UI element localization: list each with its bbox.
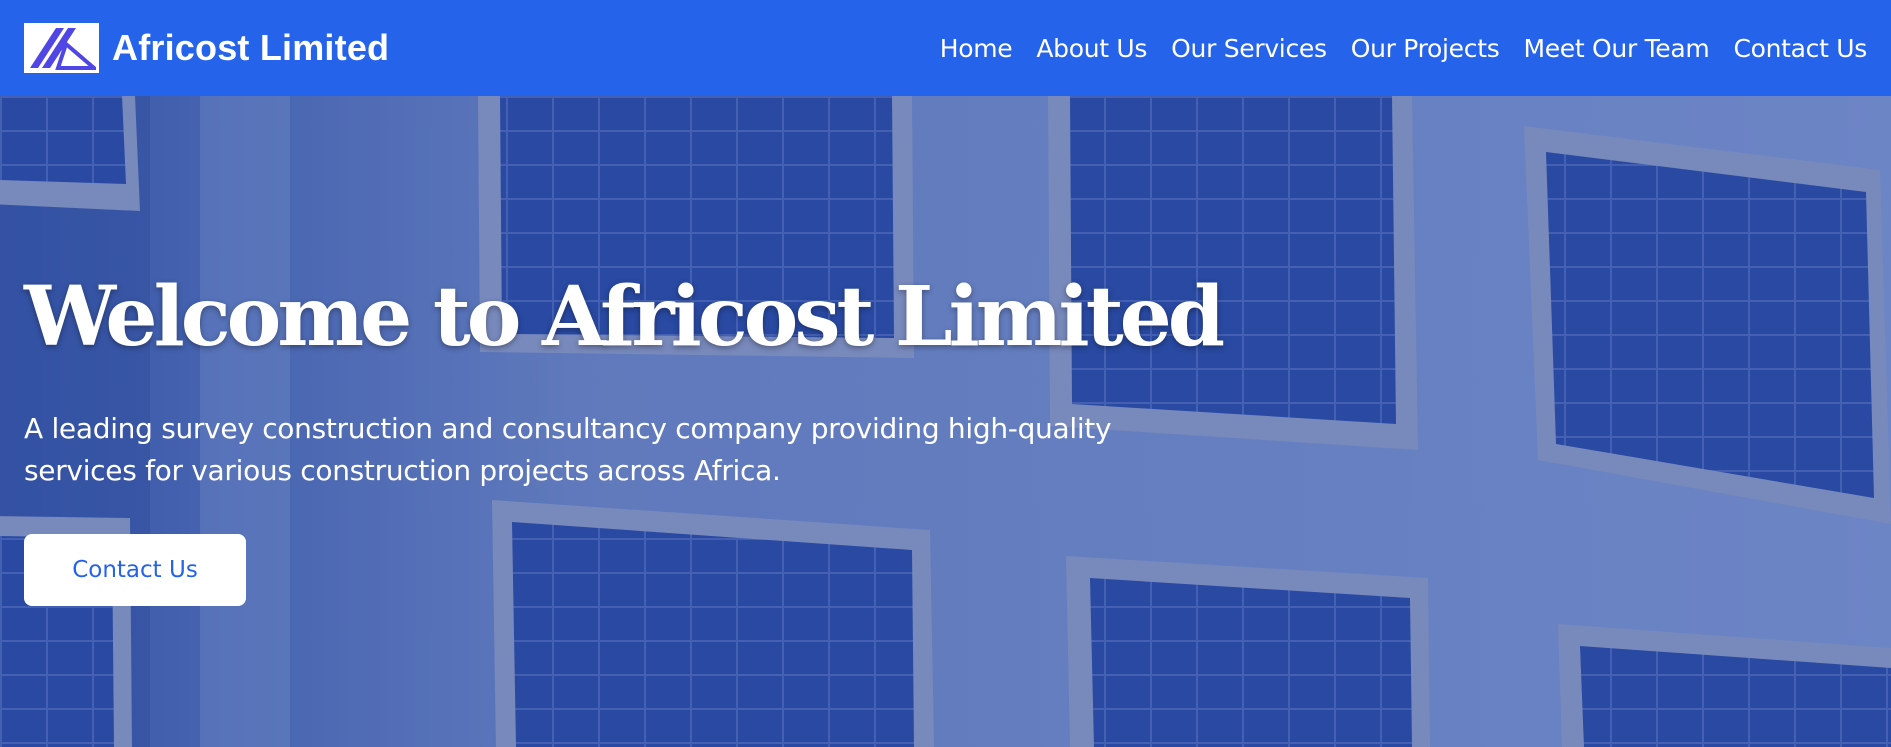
nav-our-projects[interactable]: Our Projects bbox=[1351, 34, 1500, 63]
brand-name[interactable]: Africost Limited bbox=[112, 27, 389, 69]
hero-subtitle: A leading survey construction and consul… bbox=[24, 412, 1112, 487]
nav-meet-our-team[interactable]: Meet Our Team bbox=[1523, 34, 1709, 63]
hero-section: Welcome to Africost Limited A leading su… bbox=[0, 96, 1891, 747]
hero-content: Welcome to Africost Limited A leading su… bbox=[24, 269, 1225, 606]
contact-us-button[interactable]: Contact Us bbox=[24, 534, 246, 606]
africost-logo-icon bbox=[24, 23, 99, 73]
nav-our-services[interactable]: Our Services bbox=[1171, 34, 1327, 63]
site-header: Africost Limited Home About Us Our Servi… bbox=[0, 0, 1891, 96]
nav-about-us[interactable]: About Us bbox=[1036, 34, 1147, 63]
logo[interactable]: Africost Limited bbox=[24, 23, 389, 73]
hero-title: Welcome to Africost Limited bbox=[24, 269, 1225, 365]
nav-contact-us[interactable]: Contact Us bbox=[1733, 34, 1867, 63]
main-nav: Home About Us Our Services Our Projects … bbox=[940, 34, 1868, 63]
nav-home[interactable]: Home bbox=[940, 34, 1013, 63]
